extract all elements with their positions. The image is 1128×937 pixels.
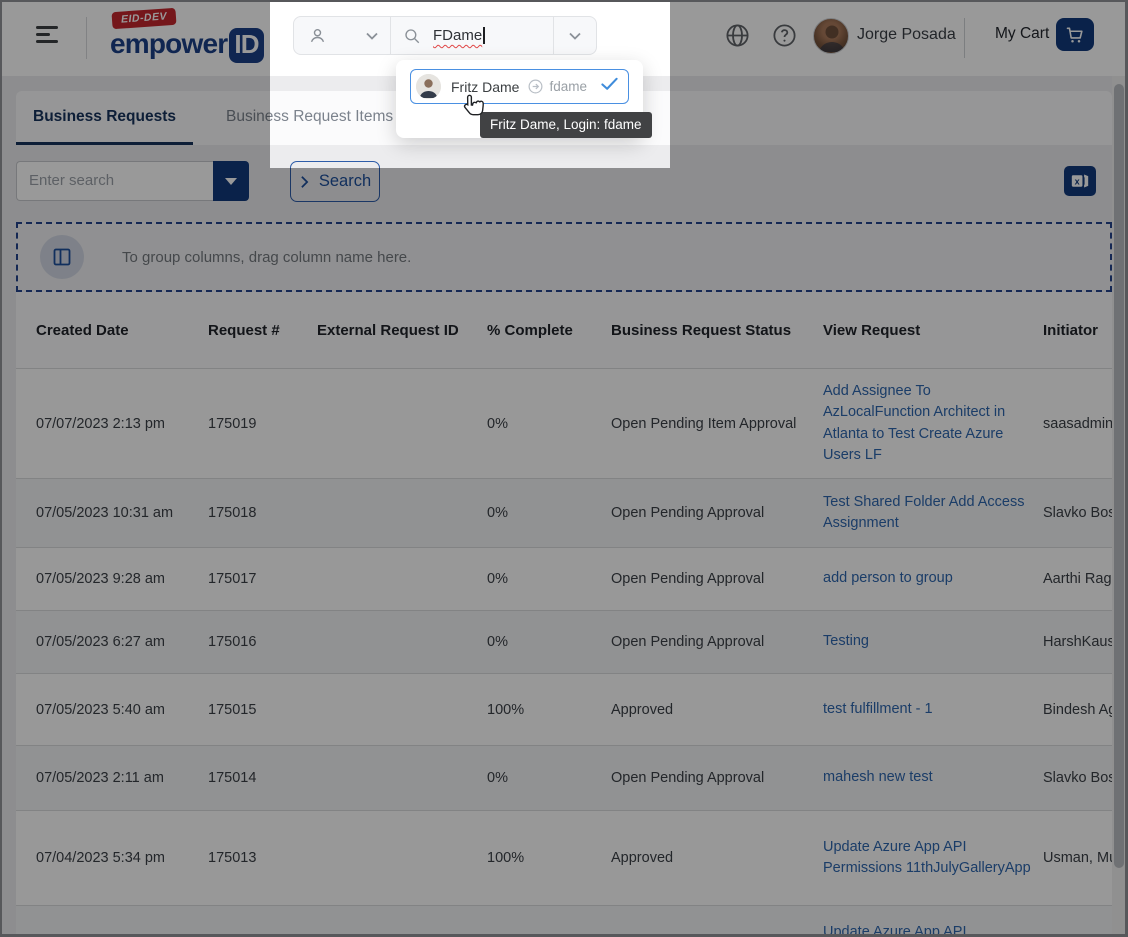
- selected-check-icon: [601, 77, 618, 96]
- person-search-field[interactable]: FDame: [391, 17, 554, 54]
- person-search-query[interactable]: FDame: [433, 27, 482, 44]
- dim-overlay: [0, 168, 1128, 937]
- search-type-selector[interactable]: [294, 17, 391, 54]
- person-icon: [308, 26, 327, 45]
- suggestion-name: Fritz Dame: [451, 79, 519, 95]
- login-arrow-icon: [527, 78, 544, 95]
- text-caret: [483, 27, 485, 44]
- person-search-widget: FDame: [293, 16, 597, 55]
- search-icon: [403, 27, 421, 45]
- suggestion-fritz-dame[interactable]: Fritz Dame fdame: [410, 69, 629, 104]
- suggestion-avatar: [416, 74, 441, 99]
- suggestion-tooltip: Fritz Dame, Login: fdame: [480, 112, 652, 138]
- dim-overlay: [670, 0, 1128, 168]
- search-expand-button[interactable]: [554, 17, 596, 54]
- chevron-down-icon: [569, 32, 581, 40]
- suggestion-login: fdame: [527, 78, 587, 95]
- dim-overlay: [0, 0, 270, 168]
- chevron-down-icon: [366, 32, 378, 40]
